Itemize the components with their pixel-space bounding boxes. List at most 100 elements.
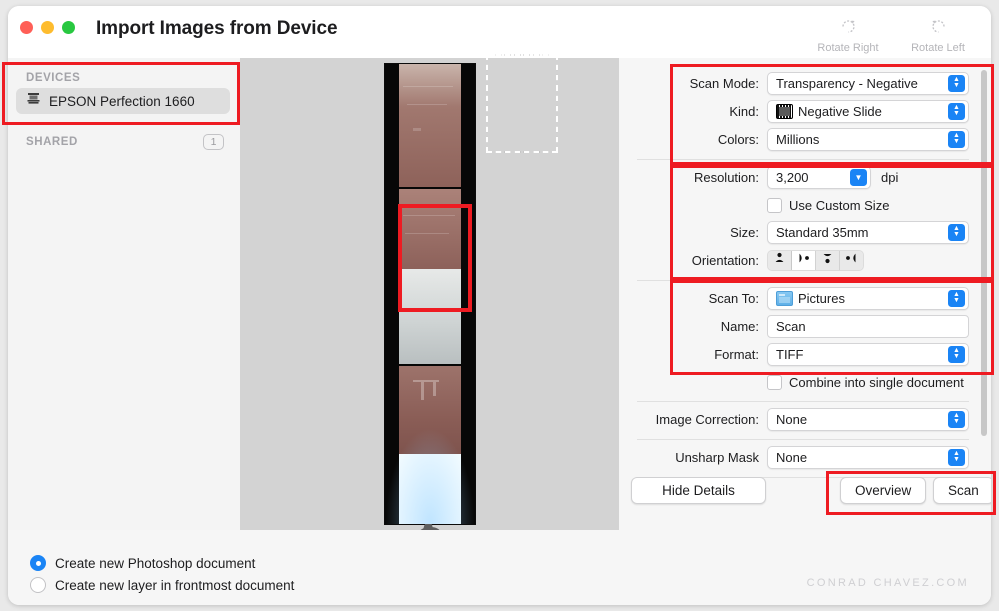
scan-preview-area[interactable] bbox=[240, 58, 619, 530]
colors-popup[interactable]: Millions ▲▼ bbox=[767, 128, 969, 151]
image-correction-popup[interactable]: None ▲▼ bbox=[767, 408, 969, 431]
resolution-popup[interactable]: 3,200 ▼ bbox=[767, 166, 871, 189]
orientation-landscape-left-button[interactable] bbox=[840, 251, 863, 270]
use-custom-size-label: Use Custom Size bbox=[789, 198, 889, 213]
chevron-down-icon[interactable]: ▼ bbox=[850, 169, 867, 186]
unsharp-mask-popup[interactable]: None ▲▼ bbox=[767, 446, 969, 469]
chevron-updown-icon[interactable]: ▲▼ bbox=[948, 346, 965, 363]
shared-count-badge: 1 bbox=[203, 134, 224, 150]
scan-mode-value: Transparency - Negative bbox=[776, 76, 918, 91]
rotate-left-button[interactable]: Rotate Left bbox=[897, 10, 979, 54]
selection-marquee[interactable] bbox=[486, 54, 558, 153]
overview-button[interactable]: Overview bbox=[840, 477, 926, 504]
film-frame-3-selected[interactable] bbox=[399, 269, 461, 364]
colors-label: Colors: bbox=[619, 132, 767, 147]
size-popup[interactable]: Standard 35mm ▲▼ bbox=[767, 221, 969, 244]
minimize-button[interactable] bbox=[41, 21, 54, 34]
film-frame-1 bbox=[399, 64, 461, 187]
scan-settings-panel: Scan Mode: Transparency - Negative ▲▼ Ki… bbox=[619, 58, 991, 530]
traffic-lights bbox=[20, 21, 75, 34]
radio-row-new-document[interactable]: Create new Photoshop document bbox=[30, 552, 991, 574]
unsharp-mask-row: Unsharp Mask None ▲▼ bbox=[619, 446, 991, 468]
scan-to-value: Pictures bbox=[798, 291, 845, 306]
divider-2 bbox=[637, 280, 969, 281]
sidebar-devices-header: DEVICES bbox=[8, 58, 240, 84]
sidebar-shared-section[interactable]: SHARED 1 bbox=[8, 134, 240, 150]
orientation-portrait-up-icon bbox=[773, 251, 786, 269]
zoom-button[interactable] bbox=[62, 21, 75, 34]
chevron-updown-icon[interactable]: ▲▼ bbox=[948, 103, 965, 120]
orientation-landscape-left-icon bbox=[845, 251, 858, 269]
radio-create-new-photoshop-document[interactable] bbox=[30, 555, 46, 571]
name-label: Name: bbox=[619, 319, 767, 334]
format-popup[interactable]: TIFF ▲▼ bbox=[767, 343, 969, 366]
rotate-counterclockwise-icon bbox=[929, 16, 948, 40]
screenshot-root: Import Images from Device Rotate Right bbox=[0, 0, 999, 611]
rotate-right-button[interactable]: Rotate Right bbox=[807, 10, 889, 54]
chevron-updown-icon[interactable]: ▲▼ bbox=[948, 290, 965, 307]
orientation-portrait-up-button[interactable] bbox=[768, 251, 792, 270]
chevron-updown-icon[interactable]: ▲▼ bbox=[948, 449, 965, 466]
use-custom-size-checkbox[interactable] bbox=[767, 198, 782, 213]
rotate-right-label: Rotate Right bbox=[817, 42, 878, 54]
chevron-updown-icon[interactable]: ▲▼ bbox=[948, 411, 965, 428]
window-content: DEVICES EPSON Perfection 1660 SHARED bbox=[8, 58, 991, 530]
orientation-landscape-right-icon bbox=[797, 251, 810, 269]
radio-label-new-document: Create new Photoshop document bbox=[55, 556, 255, 571]
orientation-row: Orientation: bbox=[619, 249, 991, 271]
orientation-portrait-down-button[interactable] bbox=[816, 251, 840, 270]
resolution-unit: dpi bbox=[881, 170, 898, 185]
scanner-icon bbox=[26, 91, 41, 111]
sidebar: DEVICES EPSON Perfection 1660 SHARED bbox=[8, 58, 241, 530]
unsharp-mask-value: None bbox=[776, 450, 807, 465]
name-input[interactable]: Scan bbox=[767, 315, 969, 338]
orientation-portrait-down-icon bbox=[821, 251, 834, 269]
format-row: Format: TIFF ▲▼ bbox=[619, 343, 991, 365]
title-bar: Import Images from Device Rotate Right bbox=[8, 6, 991, 59]
chevron-updown-icon[interactable]: ▲▼ bbox=[948, 75, 965, 92]
image-correction-value: None bbox=[776, 412, 807, 427]
resolution-label: Resolution: bbox=[619, 170, 767, 185]
format-label: Format: bbox=[619, 347, 767, 362]
film-frames bbox=[399, 64, 461, 524]
image-correction-row: Image Correction: None ▲▼ bbox=[619, 408, 991, 430]
size-row: Size: Standard 35mm ▲▼ bbox=[619, 221, 991, 243]
sidebar-item-label: EPSON Perfection 1660 bbox=[49, 94, 195, 109]
resolution-row: Resolution: 3,200 ▼ dpi bbox=[619, 166, 991, 188]
sidebar-item-epson-perfection-1660[interactable]: EPSON Perfection 1660 bbox=[16, 88, 230, 114]
settings-scrollbar[interactable] bbox=[981, 70, 987, 436]
kind-row: Kind: Negative Slide ▲▼ bbox=[619, 100, 991, 122]
footer-options: Create new Photoshop document Create new… bbox=[8, 530, 991, 605]
combine-checkbox[interactable] bbox=[767, 375, 782, 390]
scan-to-popup[interactable]: Pictures ▲▼ bbox=[767, 287, 969, 310]
scan-mode-popup[interactable]: Transparency - Negative ▲▼ bbox=[767, 72, 969, 95]
combine-row[interactable]: Combine into single document bbox=[619, 372, 991, 392]
chevron-updown-icon[interactable]: ▲▼ bbox=[948, 224, 965, 241]
film-frame-6-blank bbox=[399, 454, 461, 524]
use-custom-size-row[interactable]: Use Custom Size bbox=[619, 195, 991, 215]
scan-button[interactable]: Scan bbox=[933, 477, 991, 504]
radio-label-new-layer: Create new layer in frontmost document bbox=[55, 578, 294, 593]
window-title: Import Images from Device bbox=[96, 18, 337, 40]
folder-pictures-icon bbox=[776, 291, 793, 306]
orientation-segmented-control[interactable] bbox=[767, 250, 864, 271]
orientation-landscape-right-button[interactable] bbox=[792, 251, 816, 270]
sidebar-shared-header: SHARED bbox=[26, 136, 78, 148]
film-negative-icon bbox=[776, 104, 793, 119]
rotate-left-label: Rotate Left bbox=[911, 42, 965, 54]
resolution-value: 3,200 bbox=[776, 170, 809, 185]
colors-value: Millions bbox=[776, 132, 819, 147]
radio-create-new-layer[interactable] bbox=[30, 577, 46, 593]
scan-mode-label: Scan Mode: bbox=[619, 76, 767, 91]
film-strip-preview bbox=[385, 64, 475, 524]
chevron-updown-icon[interactable]: ▲▼ bbox=[948, 131, 965, 148]
close-button[interactable] bbox=[20, 21, 33, 34]
size-label: Size: bbox=[619, 225, 767, 240]
hide-details-button[interactable]: Hide Details bbox=[631, 477, 766, 504]
divider-3 bbox=[637, 401, 969, 402]
kind-value: Negative Slide bbox=[798, 104, 882, 119]
scan-to-row: Scan To: Pictures ▲▼ bbox=[619, 287, 991, 309]
kind-popup[interactable]: Negative Slide ▲▼ bbox=[767, 100, 969, 123]
combine-label: Combine into single document bbox=[789, 375, 964, 390]
rotate-toolbar: Rotate Right Rotate Left bbox=[807, 10, 979, 54]
